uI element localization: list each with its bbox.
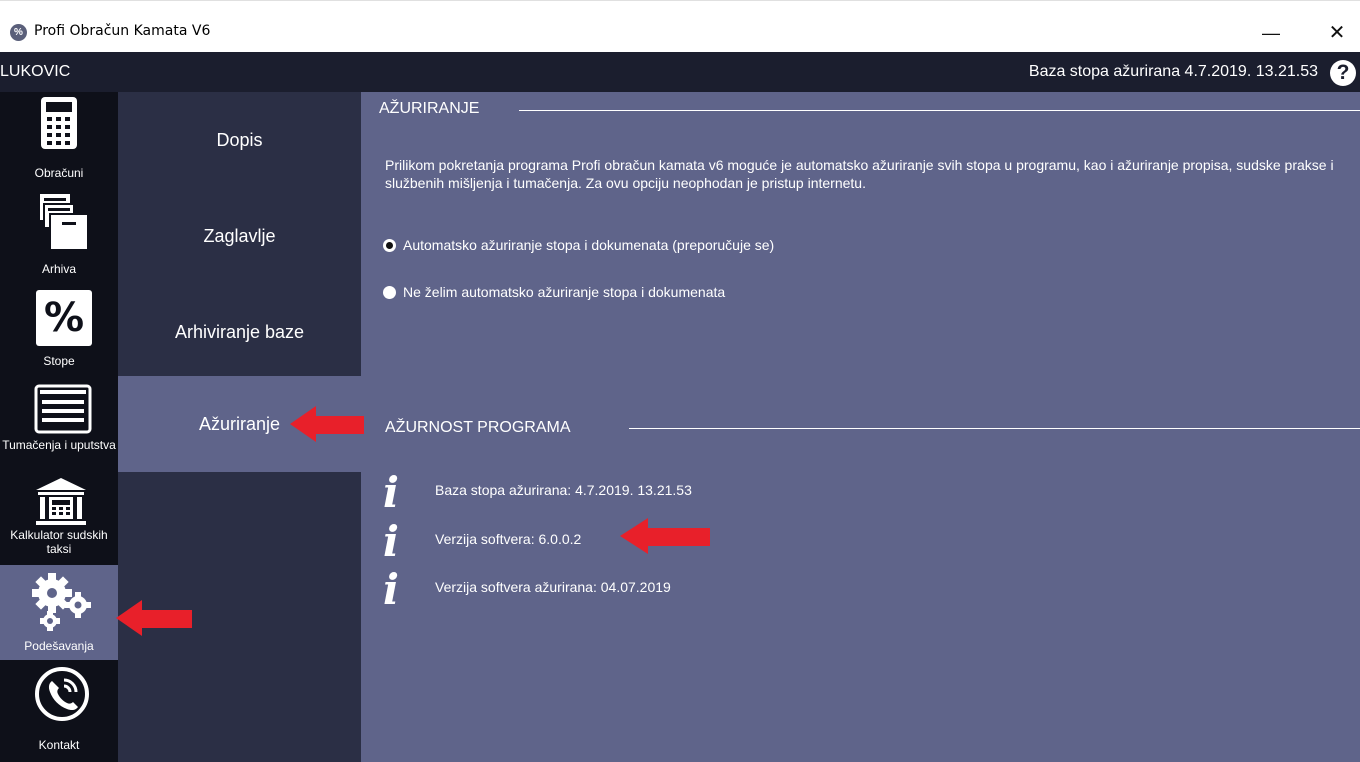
info-text: Verzija softvera: 6.0.0.2 [435, 531, 582, 547]
nav-label: Podešavanja [24, 639, 94, 653]
nav-item-arhiva[interactable]: Arhiva [0, 188, 118, 284]
top-bar: LUKOVIC Baza stopa ažurirana 4.7.2019. 1… [0, 52, 1360, 92]
app-icon: % [10, 24, 27, 41]
submenu-label: Arhiviranje baze [174, 322, 305, 342]
nav-label: Arhiva [41, 262, 76, 276]
nav-label: Kontakt [38, 738, 80, 752]
settings-content: AŽURIRANJE Prilikom pokretanja programa … [361, 92, 1360, 762]
db-status-text: Baza stopa ažurirana 4.7.2019. 13.21.53 [1028, 63, 1318, 80]
info-text: Baza stopa ažurirana: 4.7.2019. 13.21.53 [435, 482, 692, 498]
close-button[interactable]: ✕ [1314, 15, 1360, 51]
nav-item-obracuni[interactable]: Obračuni [0, 92, 118, 188]
document-icon [34, 384, 92, 434]
info-row-version-date: i Verzija softvera ažurirana: 04.07.2019 [383, 565, 783, 617]
nav-item-podesavanja[interactable]: Podešavanja [0, 565, 118, 660]
nav-label: Tumačenja i uputstva [2, 438, 116, 452]
radio-button-checked[interactable] [383, 239, 396, 252]
radio-label: Automatsko ažuriranje stopa i dokumenata… [403, 237, 775, 253]
info-icon: i [383, 565, 399, 614]
section-divider [629, 428, 1360, 429]
section-title-update: AŽURIRANJE [379, 100, 480, 117]
archive-icon [40, 194, 89, 251]
submenu-item-dopis[interactable]: Dopis [118, 92, 361, 188]
info-icon: i [383, 517, 399, 566]
submenu-item-zaglavlje[interactable]: Zaglavlje [118, 188, 361, 284]
nav-label: Obračuni [34, 166, 84, 180]
nav-item-kalkulator[interactable]: Kalkulator sudskih taksi [0, 476, 118, 568]
radio-label: Ne želim automatsko ažuriranje stopa i d… [403, 284, 726, 300]
calculator-icon [41, 97, 77, 149]
gears-icon [32, 573, 91, 631]
courthouse-icon [36, 478, 86, 525]
info-icon: i [383, 468, 399, 517]
nav-label: Stope [43, 354, 75, 368]
phone-icon [35, 667, 89, 721]
red-arrow-annotation-icon [620, 518, 710, 554]
user-name: LUKOVIC [0, 63, 71, 80]
section-title-status: AŽURNOST PROGRAMA [385, 419, 571, 436]
nav-item-tumacenja[interactable]: Tumačenja i uputstva [0, 380, 118, 476]
submenu-item-arhiviranje[interactable]: Arhiviranje baze [118, 284, 361, 380]
info-text: Verzija softvera ažurirana: 04.07.2019 [435, 579, 671, 595]
percent-icon: % [36, 290, 92, 346]
red-arrow-annotation-icon [290, 406, 364, 442]
section-divider [519, 110, 1360, 111]
maximize-button[interactable] [1258, 15, 1304, 51]
nav-label: Kalkulator sudskih taksi [10, 528, 108, 556]
nav-item-stope[interactable]: % Stope [0, 284, 118, 380]
info-row-db: i Baza stopa ažurirana: 4.7.2019. 13.21.… [383, 468, 783, 520]
submenu-label: Zaglavlje [203, 226, 276, 246]
nav-item-kontakt[interactable]: Kontakt [0, 660, 118, 756]
title-bar: % Profi Obračun Kamata V6 — ✕ [0, 0, 1360, 52]
update-description: Prilikom pokretanja programa Profi obrač… [385, 157, 1334, 191]
help-icon[interactable]: ? [1330, 60, 1356, 86]
submenu-label: Dopis [216, 130, 263, 150]
window-title: Profi Obračun Kamata V6 [34, 23, 211, 39]
radio-button[interactable] [383, 286, 396, 299]
info-row-version: i Verzija softvera: 6.0.0.2 [383, 517, 783, 569]
left-navigation: Obračuni Arhiva % Stope Tumačenja i uput… [0, 92, 118, 762]
red-arrow-annotation-icon [116, 600, 192, 636]
